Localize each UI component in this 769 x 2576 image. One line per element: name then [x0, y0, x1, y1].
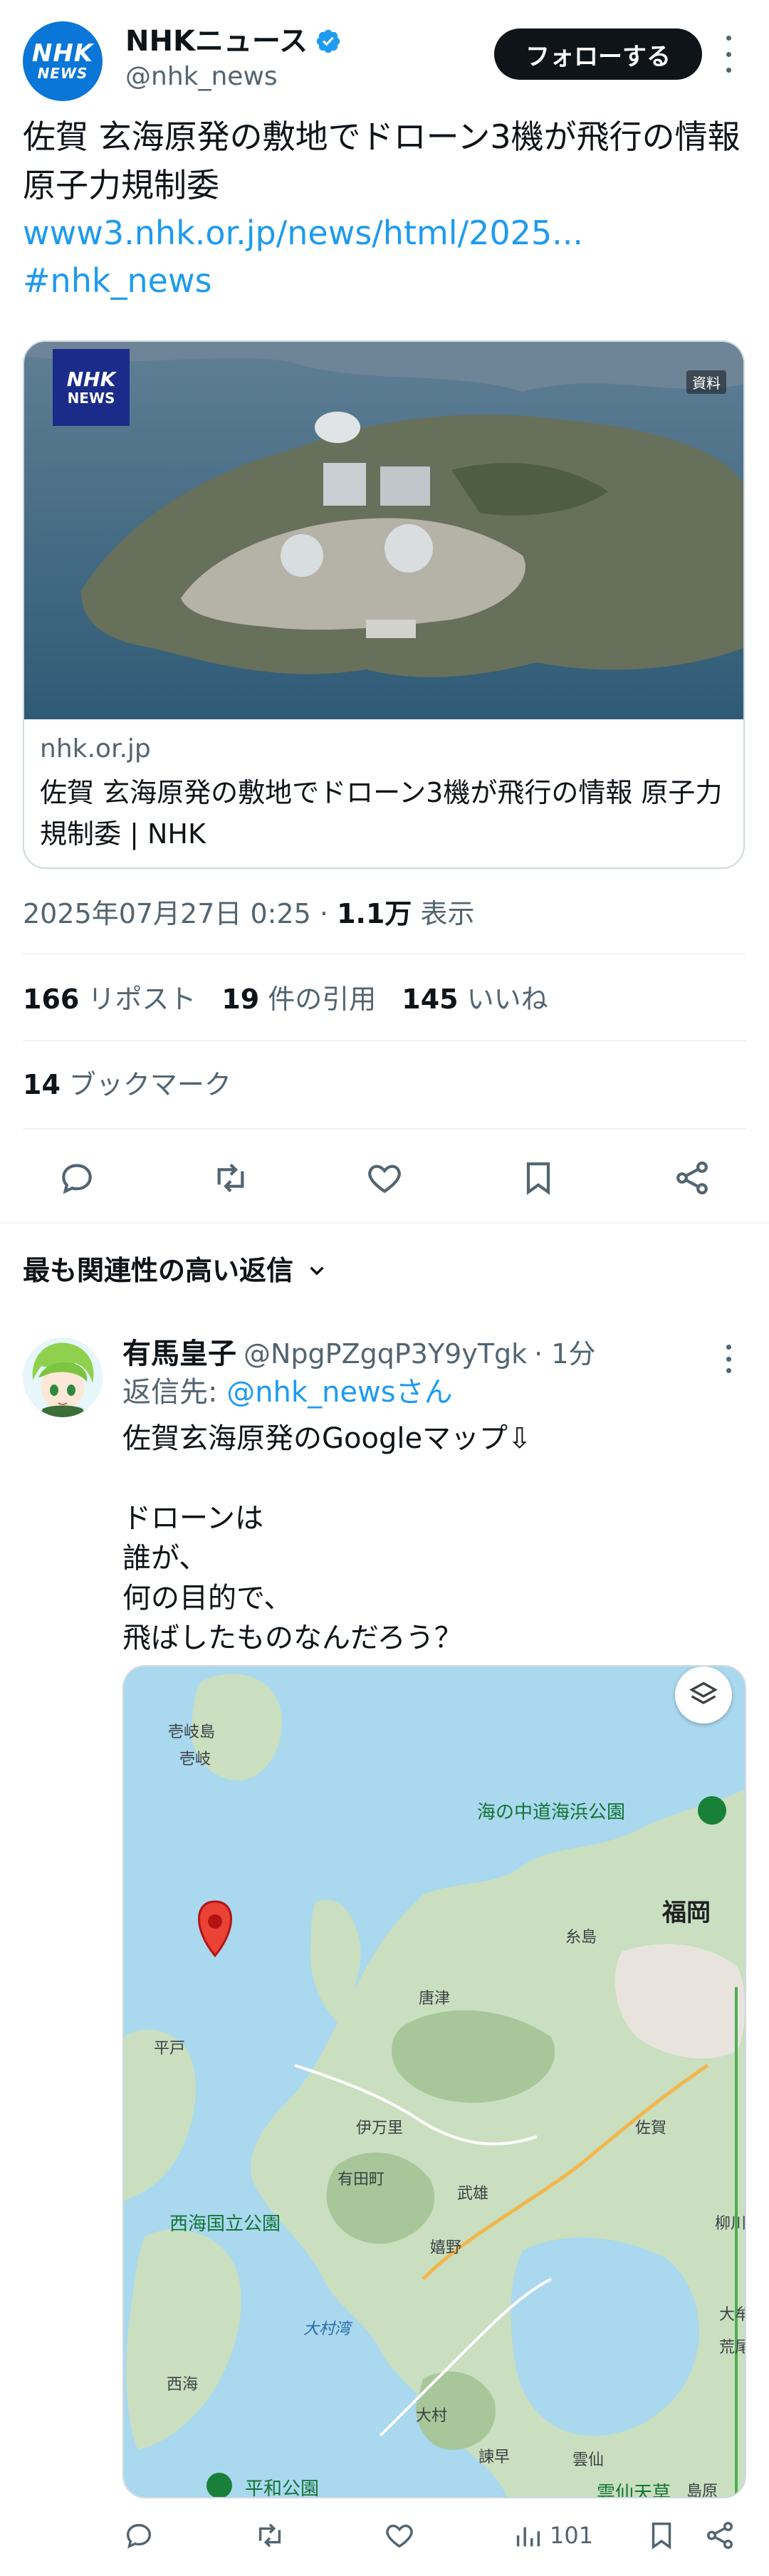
reply-icon — [62, 1164, 92, 1194]
reply-text: 佐賀玄海原発のGoogleマップ⇩ ドローンは 誰が、 何の目的で、 飛ばしたも… — [122, 1422, 532, 1654]
reply-to-prefix: 返信先: — [122, 1376, 227, 1409]
share-button[interactable] — [662, 1148, 722, 1208]
like-button[interactable] — [355, 1148, 414, 1208]
map-label-hirado: 平戸 — [154, 2040, 186, 2058]
badge-logo-text: NHK — [66, 367, 116, 391]
reply-to-line: 返信先: @nhk_newsさん — [122, 1375, 453, 1410]
map-label-karatsu: 唐津 — [419, 1990, 451, 2008]
views-label: 表示 — [412, 898, 475, 929]
map-label-itoshima: 糸島 — [565, 1929, 597, 1946]
reposts-stat[interactable]: 166 リポスト — [23, 981, 196, 1017]
reply-repost-button[interactable] — [253, 2515, 286, 2555]
reply-actions: 101 — [107, 2507, 748, 2564]
map-label-shimabara: 島原 — [686, 2483, 718, 2498]
map-label-isahaya: 諫早 — [478, 2449, 511, 2466]
card-domain: nhk.or.jp — [40, 734, 151, 763]
reply-author-name: 有馬皇子 — [122, 1337, 236, 1370]
divider — [23, 953, 746, 954]
reply-avatar[interactable] — [23, 1337, 103, 1417]
reply-views-count: 101 — [550, 2522, 594, 2549]
author-avatar[interactable]: NHK NEWS — [23, 21, 103, 101]
map-graphic — [124, 1667, 745, 2497]
divider — [23, 1128, 746, 1130]
bookmark-icon — [652, 2522, 671, 2550]
reply-time: · 1分 — [534, 1338, 596, 1370]
author-handle[interactable]: @nhk_news — [125, 61, 278, 93]
card-image — [24, 342, 743, 719]
tweet-text: 佐賀 玄海原発の敷地でドローン3機が飛行の情報 原子力規制委 — [23, 118, 741, 204]
map-label-heiwa-park: 平和公園 — [245, 2478, 320, 2498]
map-label-ureshino: 嬉野 — [430, 2239, 462, 2257]
author-name-text: NHKニュース — [125, 25, 308, 58]
nhk-news-badge: NHK NEWS — [53, 349, 130, 426]
tweet-actions — [0, 1148, 769, 1208]
reply-more-icon[interactable] — [721, 1345, 736, 1373]
map-label-imari: 伊万里 — [356, 2119, 404, 2137]
avatar-logo-subtext: NEWS — [37, 65, 88, 82]
reply-bookmark-button[interactable] — [645, 2515, 678, 2555]
map-label-saikai-park: 西海国立公園 — [169, 2213, 281, 2235]
timestamp-text: 2025年07月27日 0:25 · — [23, 898, 338, 929]
engagement-stats: 166 リポスト 19 件の引用 145 いいね — [23, 981, 548, 1017]
layers-icon — [689, 1681, 718, 1704]
reply-to-handle[interactable]: @nhk_newsさん — [226, 1376, 452, 1409]
map-label-iki-city: 壱岐 — [179, 1751, 211, 1768]
follow-button[interactable]: フォローする — [494, 28, 702, 80]
like-icon — [368, 1164, 401, 1194]
reply-author[interactable]: 有馬皇子 @NpgPZgqP3Y9yTgk · 1分 — [122, 1336, 596, 1372]
map-label-omuta: 大牟 — [719, 2306, 745, 2324]
bookmark-icon — [526, 1162, 550, 1195]
reply-reply-button[interactable] — [122, 2515, 155, 2555]
bookmark-button[interactable] — [508, 1148, 568, 1208]
map-label-unzen-amakusa: 雲仙天草 — [597, 2483, 671, 2498]
map-label-unzen: 雲仙 — [572, 2451, 605, 2469]
quotes-stat[interactable]: 19 件の引用 — [221, 981, 376, 1017]
repost-button[interactable] — [201, 1148, 261, 1208]
reply-like-button[interactable] — [383, 2515, 416, 2555]
card-image-tag: 資料 — [686, 370, 726, 394]
reply-views-button[interactable]: 101 — [511, 2515, 593, 2555]
reply-sort-label: 最も関連性の高い返信 — [23, 1255, 294, 1286]
avatar-logo-text: NHK — [31, 39, 94, 68]
reply-sort-dropdown[interactable]: 最も関連性の高い返信 — [23, 1252, 329, 1289]
divider — [23, 1040, 746, 1041]
map-label-arao: 荒尾 — [719, 2339, 745, 2357]
reply-button[interactable] — [47, 1148, 107, 1208]
reply-icon — [126, 2523, 152, 2549]
likes-stat[interactable]: 145 いいね — [402, 981, 548, 1017]
map-image[interactable]: 壱岐島 壱岐 海の中道海浜公園 福岡 糸島 唐津 平戸 伊万里 有田町 佐賀 西… — [122, 1665, 746, 2498]
views-count: 1.1万 — [337, 898, 412, 929]
share-icon — [706, 2522, 733, 2549]
views-icon — [516, 2527, 540, 2547]
card-title: 佐賀 玄海原発の敷地でドローン3機が飛行の情報 原子力規制委 | NHK — [40, 777, 723, 850]
repost-icon — [217, 1163, 244, 1193]
tweet-link[interactable]: www3.nhk.or.jp/news/html/2025... — [23, 210, 583, 256]
map-label-yanagawa: 柳川 — [715, 2215, 746, 2233]
section-divider — [0, 1222, 769, 1224]
verified-icon — [316, 29, 340, 53]
reply-share-button[interactable] — [703, 2515, 736, 2555]
repost-icon — [258, 2523, 281, 2548]
like-icon — [386, 2524, 413, 2548]
chevron-down-icon — [310, 1266, 324, 1276]
share-icon — [676, 1161, 708, 1195]
more-options-icon[interactable] — [719, 36, 738, 73]
map-label-omura: 大村 — [416, 2407, 448, 2425]
map-label-iki-island: 壱岐島 — [168, 1724, 216, 1741]
author-name[interactable]: NHKニュース — [125, 24, 342, 58]
map-label-saga: 佐賀 — [635, 2119, 667, 2137]
map-label-arita: 有田町 — [338, 2171, 385, 2189]
map-label-takeo: 武雄 — [457, 2185, 489, 2203]
map-label-uminonaka-park: 海の中道海浜公園 — [477, 1802, 626, 1823]
map-label-fukuoka: 福岡 — [662, 1899, 711, 1927]
badge-logo-subtext: NEWS — [67, 390, 115, 407]
tweet-hashtag[interactable]: #nhk_news — [23, 258, 212, 303]
map-layers-button[interactable] — [675, 1667, 732, 1724]
map-label-omura-bay: 大村湾 — [303, 2320, 351, 2338]
bookmarks-stat[interactable]: 14 ブックマーク — [23, 1067, 231, 1102]
tweet-timestamp[interactable]: 2025年07月27日 0:25 · 1.1万 表示 — [23, 896, 475, 932]
link-card[interactable]: NHK NEWS 資料 nhk.or.jp 佐賀 玄海原発の敷地でドローン3機が… — [23, 340, 745, 869]
reply-author-handle: @NpgPZgqP3Y9yTgk — [244, 1338, 528, 1370]
map-label-saikai-city: 西海 — [167, 2376, 199, 2394]
